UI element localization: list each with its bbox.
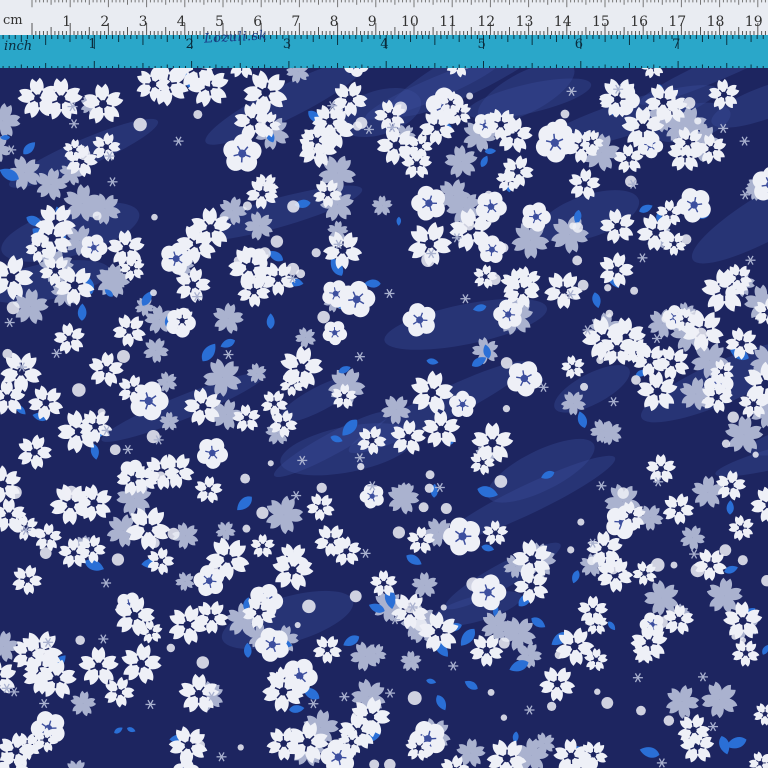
- cm-number: 13: [516, 14, 534, 30]
- cm-number: 1: [62, 14, 71, 30]
- cm-number: 15: [592, 14, 610, 30]
- cm-number: 8: [330, 14, 339, 30]
- cm-number: 11: [439, 14, 457, 30]
- floral-fabric-swatch: [0, 68, 768, 768]
- cm-number: 6: [253, 14, 262, 30]
- cm-number: 10: [401, 14, 419, 30]
- cm-unit-label: cm: [3, 13, 23, 28]
- inch-number: 5: [478, 37, 486, 52]
- cm-number: 9: [368, 14, 377, 30]
- cm-number: 16: [630, 14, 648, 30]
- cm-number: 2: [100, 14, 109, 30]
- inch-number: 6: [575, 37, 583, 52]
- cm-number: 4: [177, 14, 186, 30]
- cm-number: 19: [745, 14, 763, 30]
- product-image: 1234567891011121314151617181921234567 cm…: [0, 0, 768, 768]
- measuring-ruler: 1234567891011121314151617181921234567 cm…: [0, 0, 768, 68]
- cm-number: 18: [707, 14, 725, 30]
- cm-number: 5: [215, 14, 224, 30]
- cm-number: 7: [291, 14, 300, 30]
- inch-number: 4: [380, 37, 388, 52]
- inch-unit-label: inch: [4, 39, 33, 54]
- inch-number: 7: [672, 37, 680, 52]
- cm-number: 12: [477, 14, 495, 30]
- inch-number: 1: [88, 37, 96, 52]
- cm-number: 14: [554, 14, 572, 30]
- ruler-ticks: 1234567891011121314151617181921234567: [2, 0, 766, 68]
- cm-number: 17: [668, 14, 686, 30]
- inch-number: 3: [283, 37, 291, 52]
- cm-number: 3: [139, 14, 148, 30]
- inch-number: 2: [186, 37, 194, 52]
